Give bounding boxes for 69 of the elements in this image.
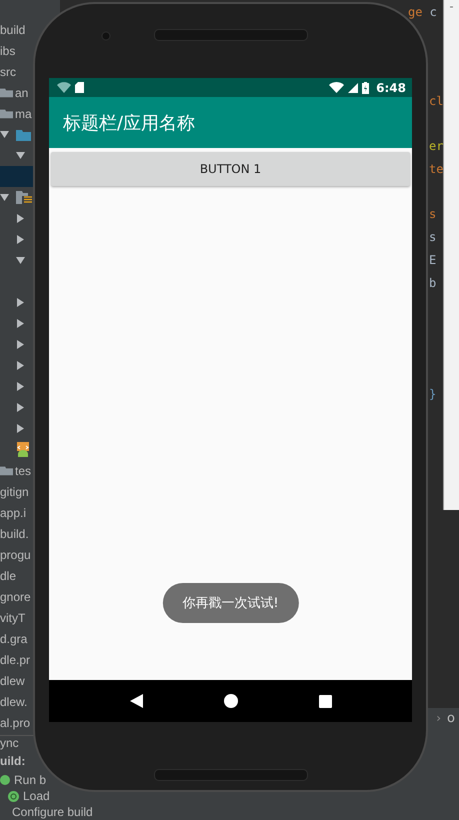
code-text: E [429, 253, 436, 267]
tree-item[interactable]: an [15, 86, 28, 100]
tree-item[interactable]: build [0, 22, 26, 36]
tree-item[interactable]: app.i [0, 506, 26, 520]
tree-item[interactable]: dle.pr [0, 652, 30, 666]
tree-item[interactable]: progu [0, 548, 31, 562]
tree-item[interactable]: d.gra [0, 632, 28, 646]
wifi-icon [57, 82, 71, 93]
resource-folder-icon [16, 191, 32, 204]
tree-item[interactable]: build. [0, 526, 29, 540]
tree-item[interactable]: dlew. [0, 694, 28, 708]
expand-arrow-icon[interactable] [16, 151, 25, 160]
collapse-arrow-icon[interactable] [16, 235, 25, 244]
home-icon[interactable] [224, 694, 238, 708]
signal-icon [348, 82, 358, 92]
battery-icon [362, 82, 370, 94]
code-text: er [429, 139, 443, 153]
toast-message: 你再戳一次试试! [162, 583, 299, 623]
chevron-icon: › [436, 711, 442, 725]
code-text: te [429, 162, 443, 176]
expand-arrow-icon[interactable] [0, 193, 9, 202]
tree-item[interactable]: vityT [0, 610, 26, 624]
collapse-arrow-icon[interactable] [16, 382, 25, 391]
folder-icon [0, 87, 13, 98]
breadcrumb-item[interactable]: o [447, 710, 455, 726]
camera-icon [101, 31, 111, 41]
app-title: 标题栏/应用名称 [63, 112, 196, 134]
collapse-arrow-icon[interactable] [16, 340, 25, 349]
tree-item[interactable]: ibs [0, 44, 16, 58]
build-heading: uild: [0, 754, 26, 770]
expand-arrow-icon[interactable] [16, 256, 25, 265]
code-text: s [429, 207, 436, 221]
build-step[interactable]: Configure build [12, 805, 93, 819]
clock: 6:48 [376, 80, 406, 94]
folder-icon [0, 108, 13, 119]
tree-item[interactable]: gitign [0, 484, 29, 498]
collapse-arrow-icon[interactable] [16, 424, 25, 433]
tree-item[interactable]: src [0, 64, 16, 78]
android-file-icon [16, 442, 30, 457]
tree-item[interactable]: gnore [0, 590, 31, 604]
sd-card-icon [75, 82, 84, 93]
panel-tab[interactable]: ync [0, 736, 19, 750]
expand-arrow-icon[interactable] [0, 130, 9, 139]
tree-item[interactable]: al.pro [0, 716, 30, 730]
code-text: s [429, 230, 436, 244]
tree-item[interactable]: dle [0, 568, 16, 582]
back-icon[interactable] [130, 694, 142, 708]
build-step[interactable]: Run b [14, 773, 46, 787]
folder-icon [16, 128, 31, 140]
collapse-arrow-icon[interactable] [16, 319, 25, 328]
build-step[interactable]: Load [23, 789, 50, 803]
tree-item[interactable]: dlew [0, 674, 25, 688]
wifi-icon [329, 82, 344, 93]
collapse-arrow-icon[interactable] [16, 361, 25, 370]
folder-icon [0, 465, 13, 476]
tree-item[interactable]: ma [15, 106, 32, 120]
collapse-arrow-icon[interactable] [16, 214, 25, 223]
status-icon [0, 775, 10, 785]
collapse-arrow-icon[interactable] [16, 403, 25, 412]
button[interactable]: BUTTON 1 [51, 152, 410, 186]
tree-item[interactable]: tes [15, 464, 32, 478]
code-text: b [429, 276, 436, 290]
collapse-arrow-icon[interactable] [16, 298, 25, 307]
code-text: } [429, 387, 436, 401]
ok-icon [8, 790, 19, 802]
panel-title: - [450, 0, 454, 13]
code-text: ge c [408, 5, 437, 19]
recents-icon[interactable] [318, 694, 332, 708]
code-text: cl [429, 94, 443, 108]
